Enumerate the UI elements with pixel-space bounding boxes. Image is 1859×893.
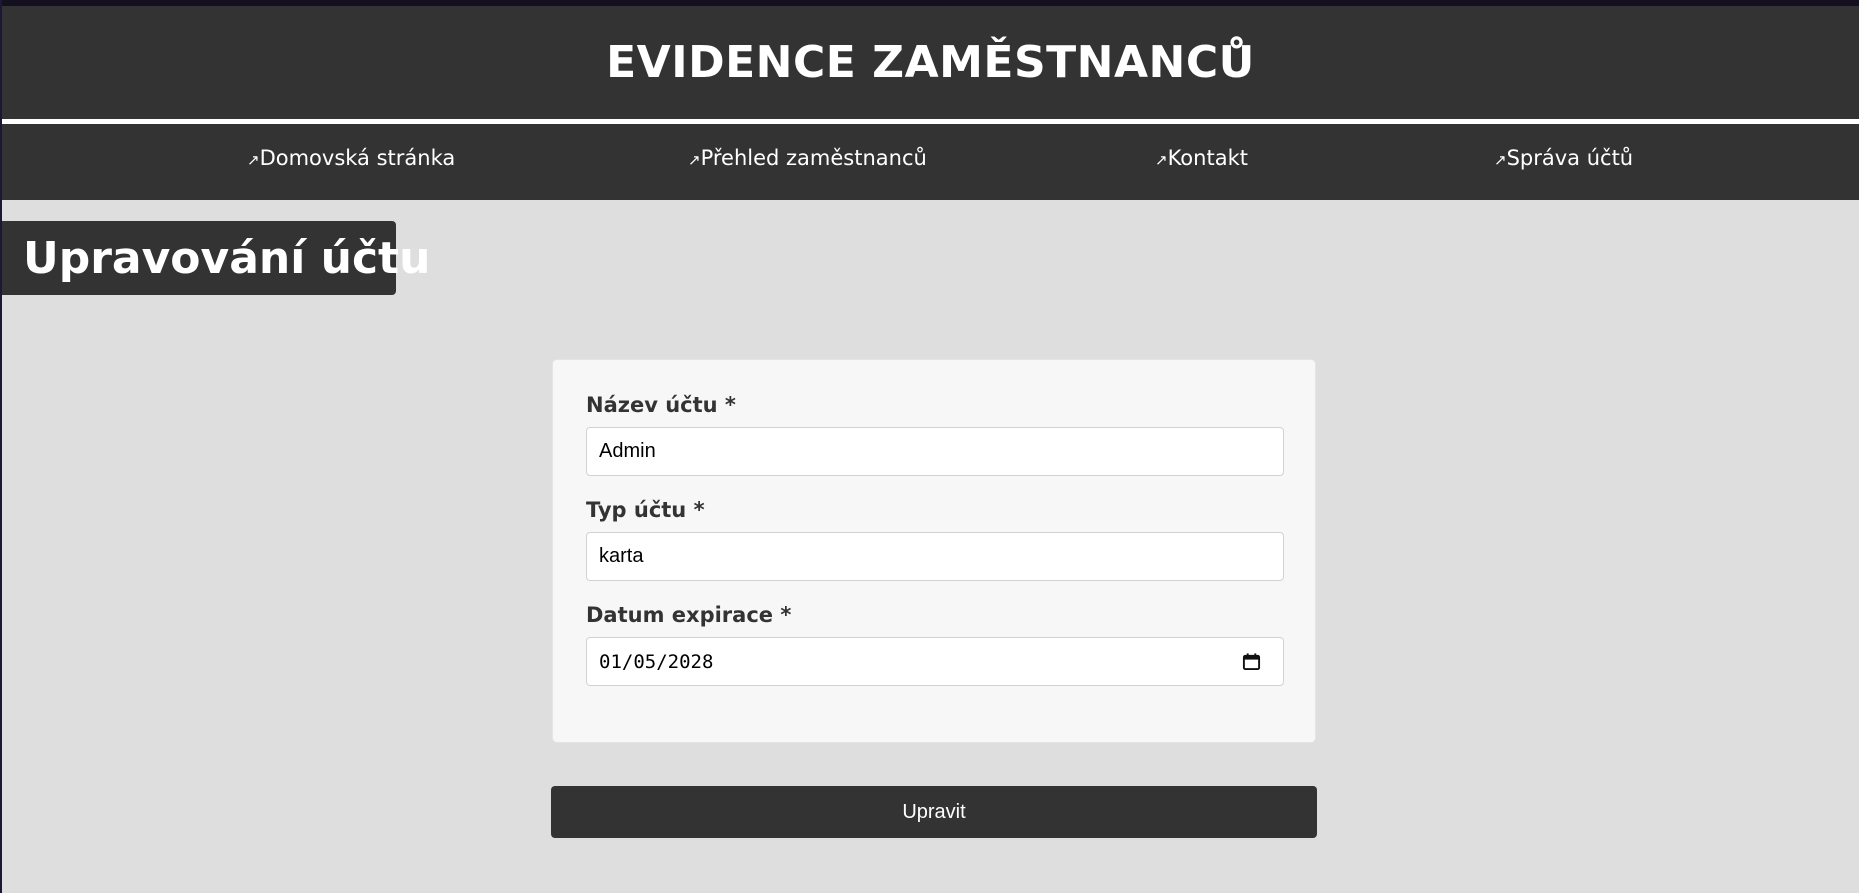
nav-link-home[interactable]: ↗Domovská stránka xyxy=(247,146,455,170)
nav-link-label: Domovská stránka xyxy=(259,146,456,170)
nav-link-label: Správa účtů xyxy=(1506,146,1634,170)
edit-account-form: Název účtu * Admin Typ účtu * karta Datu… xyxy=(552,359,1316,743)
nav-link-label: Přehled zaměstnanců xyxy=(700,146,927,170)
external-arrow-icon: ↗ xyxy=(1155,151,1168,169)
site-title: EVIDENCE ZAMĚSTNANCŮ xyxy=(606,37,1255,88)
account-type-input[interactable]: karta xyxy=(586,532,1284,581)
calendar-icon[interactable] xyxy=(1242,652,1261,671)
submit-button[interactable]: Upravit xyxy=(551,786,1317,838)
expiration-date-input[interactable]: 01/05/2028 xyxy=(586,637,1284,686)
page-title: Upravování účtu xyxy=(23,232,431,284)
account-type-label: Typ účtu * xyxy=(586,498,705,522)
page: EVIDENCE ZAMĚSTNANCŮ ↗Domovská stránka ↗… xyxy=(0,0,1859,893)
account-name-label: Název účtu * xyxy=(586,393,736,417)
account-name-input[interactable]: Admin xyxy=(586,427,1284,476)
page-heading-box: Upravování účtu xyxy=(2,221,430,295)
external-arrow-icon: ↗ xyxy=(688,151,701,169)
nav-link-contact[interactable]: ↗Kontakt xyxy=(1155,146,1248,170)
external-arrow-icon: ↗ xyxy=(1494,151,1507,169)
expiration-date-label: Datum expirace * xyxy=(586,603,792,627)
main-nav: ↗Domovská stránka ↗Přehled zaměstnanců ↗… xyxy=(2,124,1859,200)
nav-link-employees[interactable]: ↗Přehled zaměstnanců xyxy=(688,146,927,170)
external-arrow-icon: ↗ xyxy=(247,151,260,169)
expiration-date-value: 01/05/2028 xyxy=(599,650,714,673)
site-header: EVIDENCE ZAMĚSTNANCŮ xyxy=(2,6,1859,119)
nav-link-label: Kontakt xyxy=(1167,146,1248,170)
nav-link-accounts[interactable]: ↗Správa účtů xyxy=(1494,146,1633,170)
